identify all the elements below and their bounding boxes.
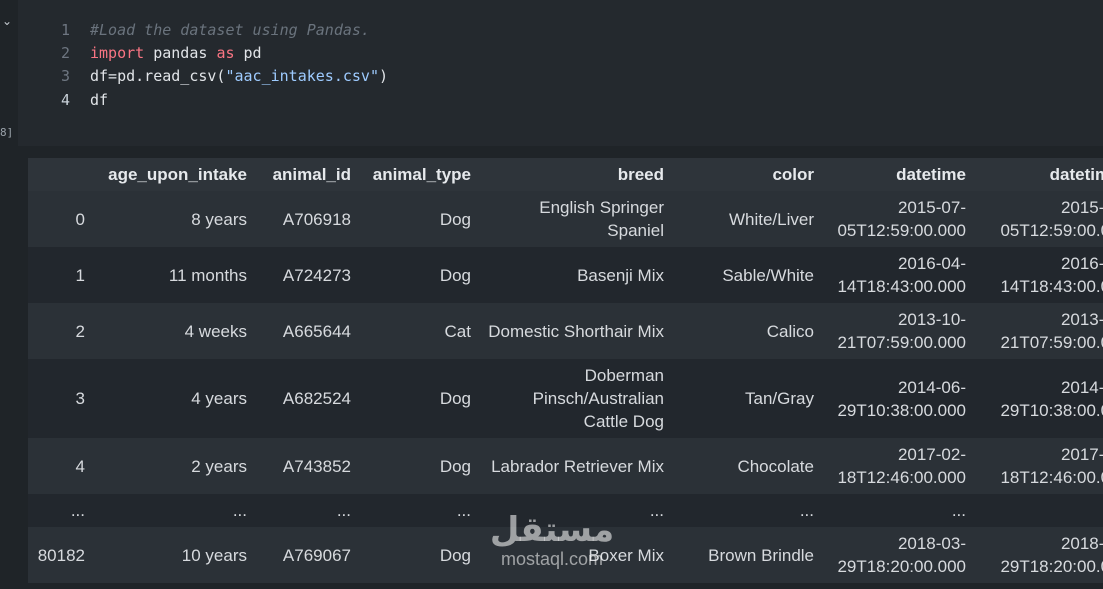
table-cell: 2013-10-21T07:59:00.000 xyxy=(1000,310,1103,352)
table-cell: A769067 xyxy=(282,545,351,565)
table-cell: A665644 xyxy=(282,321,351,341)
code-token: #Load the dataset using Pandas. xyxy=(90,21,370,39)
table-row: 80182 10 years A769067 Dog Boxer Mix Brown Br… xyxy=(28,527,1103,583)
row-index: 80182 xyxy=(37,545,85,565)
table-cell: A706918 xyxy=(282,209,351,229)
table-cell: 2017-02-18T12:46:00.000 xyxy=(1000,445,1103,487)
code-text: df xyxy=(90,89,108,112)
table-cell: 2015-07-05T12:59:00.000 xyxy=(1000,198,1103,240)
table-cell: Dog xyxy=(439,456,471,476)
table-cell: Doberman Pinsch/Australian Cattle Dog xyxy=(532,366,664,431)
code-text: import pandas as pd xyxy=(90,42,262,65)
table-cell: ... xyxy=(799,501,814,520)
table-cell: 4 weeks xyxy=(184,321,247,341)
table-cell: White/Liver xyxy=(728,209,814,229)
table-cell: Dog xyxy=(439,545,471,565)
table-cell: 2015-07-05T12:59:00.000 xyxy=(837,198,966,240)
table-cell: Boxer Mix xyxy=(588,545,664,565)
code-token: pd xyxy=(234,44,262,62)
code-text: df=pd.read_csv("aac_intakes.csv") xyxy=(90,65,388,88)
table-cell: ... xyxy=(336,501,351,520)
dataframe-table: age_upon_intake animal_id animal_type breed… xyxy=(28,158,1103,583)
table-cell: 10 years xyxy=(181,545,247,565)
code-token: ) xyxy=(379,67,389,85)
table-row: 1 11 months A724273 Dog Basenji Mix Sable/Whi… xyxy=(28,247,1103,303)
row-index: 0 xyxy=(75,209,85,229)
table-cell: Chocolate xyxy=(737,456,814,476)
table-row: 3 4 years A682524 Dog Doberman Pinsch/Austra… xyxy=(28,359,1103,438)
table-cell: 2014-06-29T10:38:00.000 xyxy=(837,377,966,420)
table-cell: 2017-02-18T12:46:00.000 xyxy=(837,445,966,487)
table-cell: 2018-03-29T18:20:00.000 xyxy=(837,534,966,576)
row-index: 2 xyxy=(75,321,85,341)
table-cell: 2018-03-29T18:20:00.000 xyxy=(1000,534,1103,576)
table-cell: Sable/White xyxy=(722,265,814,285)
table-cell: ... xyxy=(975,494,1103,527)
code-cell[interactable]: 1 #Load the dataset using Pandas. 2 import … xyxy=(18,0,1103,146)
table-cell: A682524 xyxy=(282,389,351,408)
table-cell: 2016-04-14T18:43:00.000 xyxy=(1000,254,1103,296)
column-header: breed xyxy=(617,165,664,184)
column-header: age_upon_intake xyxy=(108,165,247,184)
column-header: datetime xyxy=(896,165,966,184)
table-cell: 8 years xyxy=(191,209,247,229)
row-index: ... xyxy=(70,501,85,520)
code-token: df=pd.read_csv( xyxy=(90,67,226,85)
column-header: color xyxy=(772,165,814,184)
row-index: 3 xyxy=(75,389,85,408)
table-cell: English Springer Spaniel xyxy=(539,198,664,240)
collapse-chevron-icon[interactable]: ⌄ xyxy=(0,14,14,28)
line-number: 4 xyxy=(60,91,70,109)
table-cell: Brown Brindle xyxy=(708,545,814,565)
table-row: 0 8 years A706918 Dog English Springer Spani… xyxy=(28,191,1103,247)
row-index: 4 xyxy=(75,456,85,476)
execution-count: 8] xyxy=(0,126,14,139)
code-text: #Load the dataset using Pandas. xyxy=(90,19,370,42)
table-cell: Dog xyxy=(439,389,471,408)
table-cell: Dog xyxy=(439,209,471,229)
code-token: pandas xyxy=(144,44,217,62)
table-cell: A743852 xyxy=(282,456,351,476)
table-row: 4 2 years A743852 Dog Labrador Retriever Mix… xyxy=(28,438,1103,494)
table-row: ........................ xyxy=(28,494,1103,527)
table-header-row: age_upon_intake animal_id animal_type breed… xyxy=(28,158,1103,191)
table-cell: 2016-04-14T18:43:00.000 xyxy=(837,254,966,296)
table-cell: ... xyxy=(951,501,966,520)
table-row: 2 4 weeks A665644 Cat Domestic Shorthair Mix… xyxy=(28,303,1103,359)
table-cell: 2013-10-21T07:59:00.000 xyxy=(837,310,966,352)
table-cell: ... xyxy=(649,501,664,520)
table-cell: 2014-06-29T10:38:00.000 xyxy=(1000,377,1103,420)
table-cell: Tan/Gray xyxy=(745,389,814,408)
table-cell: ... xyxy=(456,501,471,520)
line-number: 3 xyxy=(60,67,70,85)
table-cell: 4 years xyxy=(191,389,247,408)
line-number: 2 xyxy=(60,44,70,62)
table-cell: Labrador Retriever Mix xyxy=(491,456,664,476)
dataframe-output: age_upon_intake animal_id animal_type breed… xyxy=(28,158,1103,589)
table-cell: 2 years xyxy=(191,456,247,476)
column-header: animal_type xyxy=(372,165,471,184)
table-cell: Calico xyxy=(766,321,814,341)
table-cell: Basenji Mix xyxy=(577,265,664,285)
table-cell: Dog xyxy=(439,265,471,285)
index-header xyxy=(28,158,94,191)
table-cell: ... xyxy=(232,501,247,520)
column-header: datetime2 xyxy=(1049,165,1103,184)
code-token: import xyxy=(90,44,145,62)
code-token: "aac_intakes.csv" xyxy=(225,67,379,85)
line-number: 1 xyxy=(60,21,70,39)
column-header: animal_id xyxy=(272,165,351,184)
table-cell: Cat xyxy=(444,321,471,341)
table-cell: Domestic Shorthair Mix xyxy=(488,321,664,341)
code-token: df xyxy=(90,91,109,109)
table-cell: A724273 xyxy=(282,265,351,285)
row-index: 1 xyxy=(75,265,85,285)
code-token: as xyxy=(216,44,235,62)
table-cell: 11 months xyxy=(168,265,247,285)
